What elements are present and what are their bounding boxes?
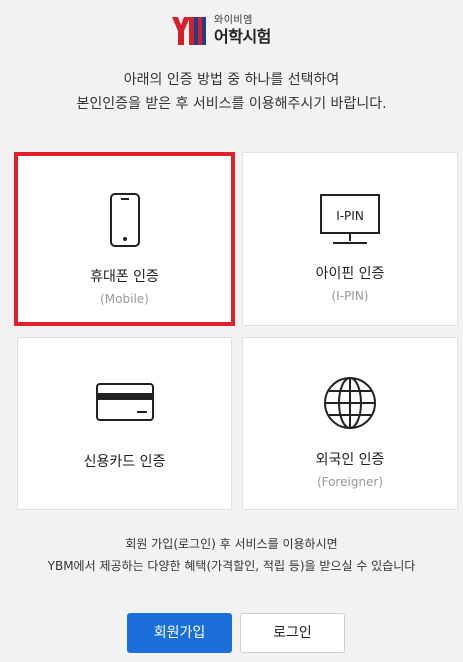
globe-icon: [323, 376, 377, 434]
logo-top-text: 와이비엠: [214, 14, 253, 26]
foreigner-auth-sub: (Foreigner): [316, 475, 384, 489]
mobile-phone-icon: [109, 192, 141, 252]
notice-line-2: YBM에서 제공하는 다양한 혜택(가격할인, 적립 등)을 받으실 수 있습니…: [47, 559, 416, 573]
credit-card-auth-label: 신용카드 인증: [83, 454, 166, 470]
intro-text: 아래의 인증 방법 중 하나를 선택하여 본인인증을 받은 후 서비스를 이용해…: [0, 68, 463, 116]
mobile-auth-card[interactable]: 휴대폰 인증 (Mobile): [14, 152, 235, 326]
ybm-logo: 와이비엠 어학시험: [172, 12, 302, 48]
foreigner-auth-card[interactable]: 외국인 인증 (Foreigner): [242, 337, 458, 510]
foreigner-auth-label: 외국인 인증: [315, 452, 385, 468]
logo-bottom-text: 어학시험: [214, 26, 271, 46]
signup-button[interactable]: 회원가입: [127, 613, 232, 653]
intro-line-1: 아래의 인증 방법 중 하나를 선택하여: [123, 72, 340, 88]
ipin-auth-card[interactable]: I-PIN 아이핀 인증 (I-PIN): [242, 152, 458, 326]
ybm-logo-mark: [172, 15, 206, 45]
notice-line-1: 회원 가입(로그인) 후 서비스를 이용하시면: [125, 537, 338, 551]
mobile-auth-sub: (Mobile): [100, 292, 149, 306]
intro-line-2: 본인인증을 받은 후 서비스를 이용해주시기 바랍니다.: [76, 96, 387, 112]
login-button[interactable]: 로그인: [240, 613, 345, 653]
credit-card-auth-card[interactable]: 신용카드 인증: [17, 337, 232, 510]
membership-notice: 회원 가입(로그인) 후 서비스를 이용하시면 YBM에서 제공하는 다양한 혜…: [0, 533, 463, 577]
mobile-auth-label: 휴대폰 인증: [90, 269, 159, 285]
ipin-icon-text: I-PIN: [336, 209, 364, 223]
ipin-monitor-icon: I-PIN: [319, 193, 381, 251]
credit-card-icon: [95, 382, 155, 426]
ipin-auth-label: 아이핀 인증: [315, 266, 385, 282]
ipin-auth-sub: (I-PIN): [331, 289, 369, 303]
